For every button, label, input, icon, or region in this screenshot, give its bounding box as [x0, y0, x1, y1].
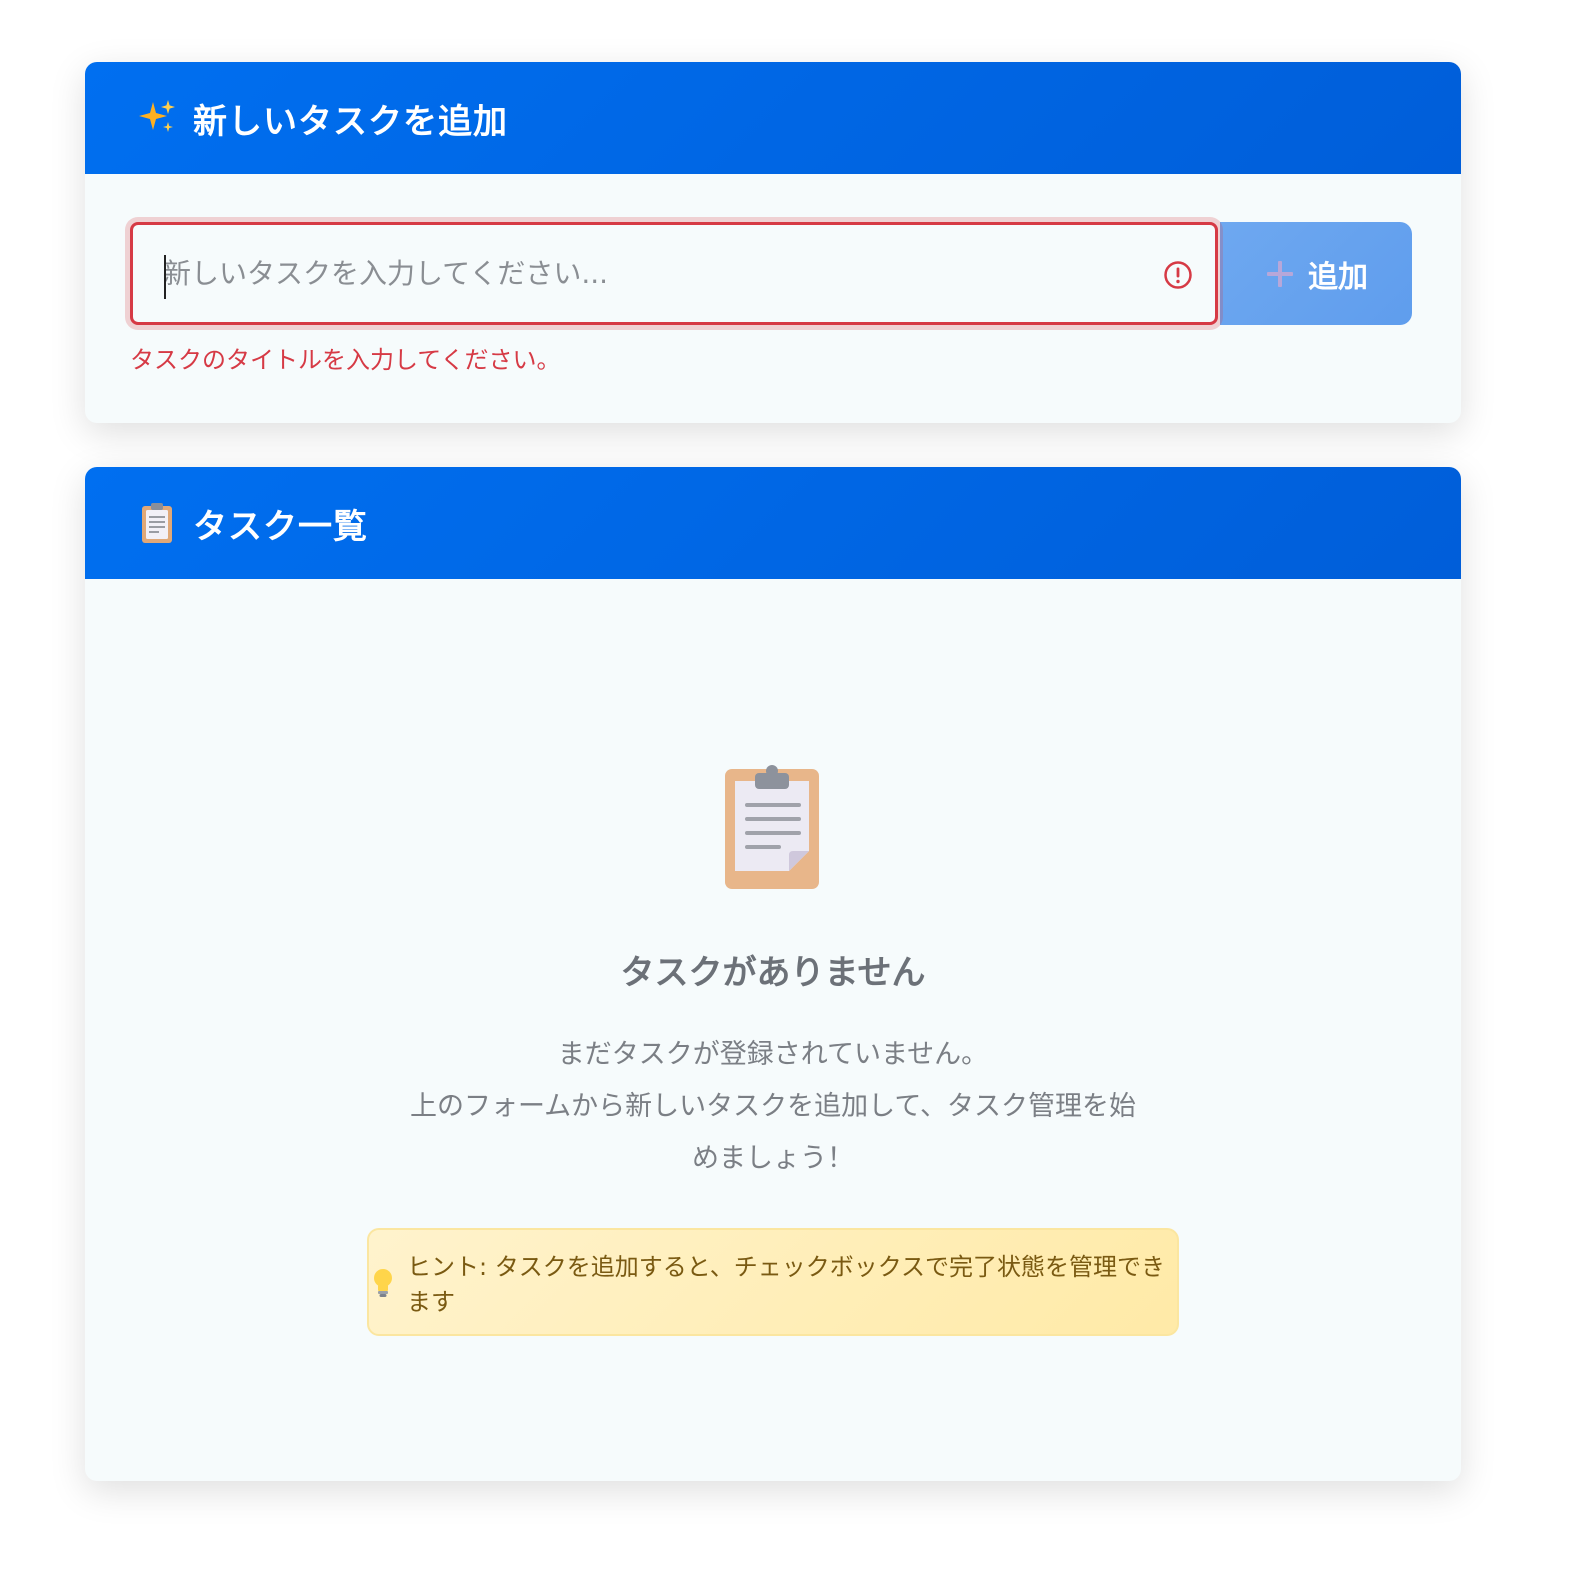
task-list-card: タスク一覧 タスクがありません まだタスクが登録されていません。 上のフォームか… — [85, 467, 1461, 1481]
empty-state-title: タスクがありません — [620, 953, 926, 993]
empty-state-description: まだタスクが登録されていません。 上のフォームから新しいタスクを追加して、タスク… — [400, 1029, 1146, 1185]
validation-error-message: タスクのタイトルを入力してください。 — [130, 346, 561, 374]
lightbulb-icon — [369, 1266, 397, 1298]
hint-box: ヒント: タスクを追加すると、チェックボックスで完了状態を管理できます — [367, 1228, 1179, 1336]
plus-icon — [1264, 258, 1296, 290]
add-task-form: 追加 — [130, 222, 1412, 325]
add-task-title: 新しいタスクを追加 — [193, 101, 508, 142]
text-caret — [164, 255, 166, 299]
task-list-header: タスク一覧 — [85, 467, 1461, 579]
empty-state-description-line1: まだタスクが登録されていません。 — [557, 1039, 989, 1070]
clipboard-icon — [135, 501, 179, 545]
empty-state-description-line2: 上のフォームから新しいタスクを追加して、タスク管理を始めましょう！ — [409, 1091, 1137, 1174]
add-task-card: 新しいタスクを追加 追加 タスクのタイトルを入力してくだ — [85, 62, 1461, 423]
add-button-label: 追加 — [1308, 259, 1368, 295]
empty-clipboard-icon — [723, 763, 823, 891]
add-task-button[interactable]: 追加 — [1220, 222, 1412, 325]
error-icon — [1163, 260, 1193, 290]
hint-text: ヒント: タスクを追加すると、チェックボックスで完了状態を管理できます — [407, 1253, 1166, 1316]
sparkles-icon — [135, 96, 179, 140]
task-title-input[interactable] — [133, 225, 1215, 322]
task-input-wrapper — [130, 222, 1218, 325]
add-task-header: 新しいタスクを追加 — [85, 62, 1461, 174]
task-list-title: タスク一覧 — [193, 506, 368, 547]
